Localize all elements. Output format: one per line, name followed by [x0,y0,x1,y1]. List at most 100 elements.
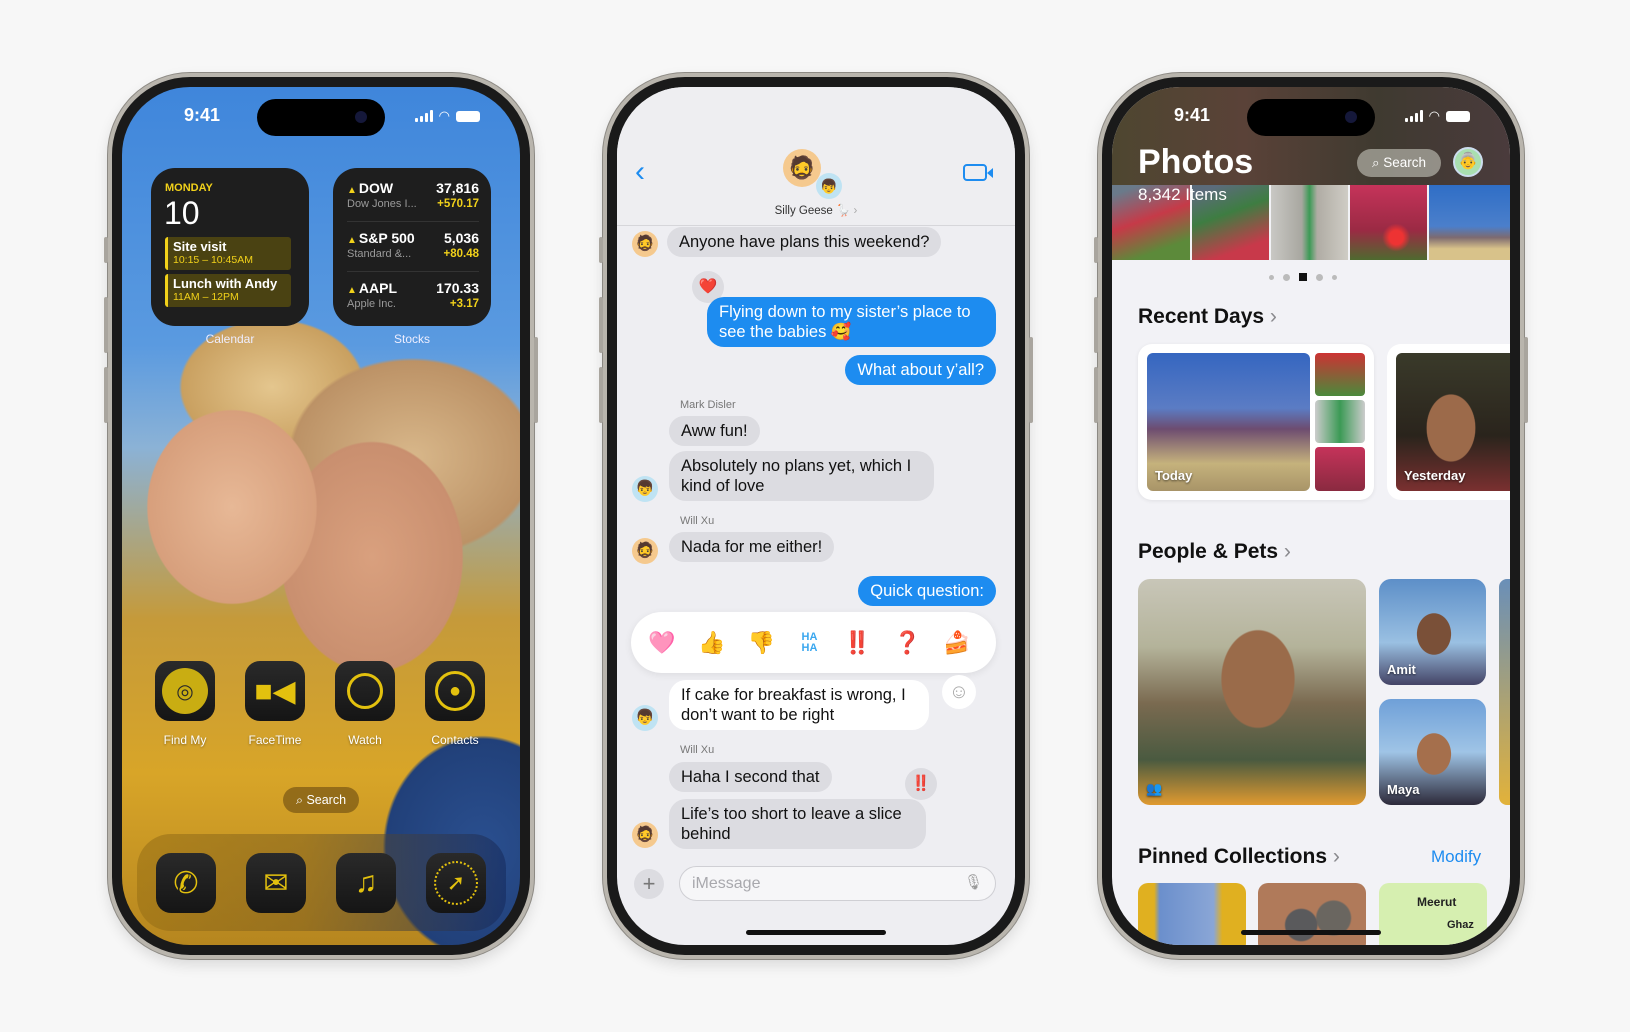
search-label: Search [1383,155,1427,170]
stock-price: 5,036 [443,230,479,246]
phone-photos: 9:41 ◠ Photos 8,342 Items ⌕ Search 👵 Rec… [1094,73,1528,959]
group-avatar[interactable]: 🧔 [783,149,821,187]
library-photo[interactable] [1429,185,1510,260]
profile-avatar[interactable]: 👵 [1453,147,1483,177]
search-label: Search [306,793,347,807]
mail-icon: ✉ [263,866,289,900]
stock-symbol: S&P 500 [347,230,415,246]
home-indicator[interactable] [746,930,886,935]
map-label: Ghaz [1447,919,1474,931]
find-my-app[interactable]: ◎ [155,661,215,721]
people-group-tile[interactable]: 👥 [1138,579,1366,805]
recent-day-card-yesterday[interactable]: Yesterday [1387,344,1510,500]
facetime-app[interactable]: ■◀ [245,661,305,721]
modify-button[interactable]: Modify [1431,847,1481,867]
thumbs-up-reaction[interactable]: 👍 [698,630,725,656]
person-name: Amit [1387,662,1416,677]
haha-reaction[interactable]: HA HA [797,631,821,654]
pinned-collections-heading[interactable]: Pinned Collections [1138,845,1340,869]
avatar: 🧔 [632,538,658,564]
stock-row[interactable]: S&P 500 Standard &... 5,036 +80.48 [347,226,479,272]
plus-icon[interactable]: + [634,869,664,899]
cake-reaction[interactable]: 🍰 [943,630,970,656]
safari-app[interactable]: ➚ [426,853,486,913]
calendar-event[interactable]: Lunch with Andy 11AM – 12PM [165,274,291,307]
pinned-collection[interactable] [1138,883,1246,945]
search-icon: ⌕ [1371,155,1384,170]
recent-day-card-today[interactable]: Today [1138,344,1374,500]
add-sticker-icon[interactable]: ☺ [942,675,976,709]
back-chevron-icon[interactable]: ‹ [635,155,645,189]
message-bubble[interactable]: Flying down to my sister’s place to see … [707,297,996,347]
group-name[interactable]: Silly Geese 🪿 › [617,203,1015,217]
event-title: Lunch with Andy [173,276,278,291]
library-photo[interactable] [1350,185,1427,260]
message-bubble[interactable]: Nada for me either! [669,532,835,562]
stocks-widget-label: Stocks [393,332,430,346]
calendar-event[interactable]: Site visit 10:15 – 10:45AM [165,237,291,270]
watch-icon [347,673,383,709]
contacts-app[interactable]: ● [425,661,485,721]
message-bubble[interactable]: Aww fun! [669,416,760,446]
message-input[interactable]: iMessage 🎙 [679,866,996,901]
video-call-icon[interactable] [963,164,993,181]
library-photo[interactable] [1271,185,1348,260]
message-bubble[interactable]: Haha I second that [669,762,832,792]
photos-search-button[interactable]: ⌕ Search [1357,149,1441,177]
message-bubble[interactable]: Quick question: [858,576,996,606]
phone-icon: ✆ [173,866,199,900]
battery-icon [456,110,480,122]
person-tile-amit[interactable]: Amit [1379,579,1486,685]
message-bubble[interactable]: What about y’all? [845,355,996,385]
phone-app[interactable]: ✆ [156,853,216,913]
stock-row[interactable]: AAPL Apple Inc. 170.33 +3.17 [347,276,479,322]
people-group-icon: 👥 [1146,781,1163,796]
message-bubble[interactable]: Anyone have plans this weekend? [667,227,942,257]
message-input-placeholder: iMessage [692,875,761,892]
thumbs-down-reaction[interactable]: 👎 [748,630,775,656]
music-app[interactable]: ♫ [336,853,396,913]
page-indicator[interactable] [1269,273,1337,281]
message-bubble[interactable]: Absolutely no plans yet, which I kind of… [669,451,934,501]
question-reaction[interactable]: ❓ [894,630,921,656]
heart-reaction[interactable]: 🩷 [648,630,675,656]
battery-icon [1446,110,1470,122]
recent-days-heading[interactable]: Recent Days [1138,305,1277,329]
pinned-collection-map[interactable]: Meerut Ghaz [1379,883,1487,945]
person-tile-maya[interactable]: Maya [1379,699,1486,805]
message-bubble[interactable]: Life’s too short to leave a slice behind [669,799,926,849]
exclamation-reaction[interactable]: ‼️ [844,630,871,656]
calendar-widget[interactable]: MONDAY 10 Site visit 10:15 – 10:45AM Lunc… [151,168,309,326]
watch-app[interactable] [335,661,395,721]
event-time: 11AM – 12PM [173,291,239,303]
sender-name: Mark Disler [680,399,736,411]
contacts-icon: ● [435,671,475,711]
pinned-collection[interactable] [1258,883,1366,945]
music-icon: ♫ [354,866,378,899]
home-search-button[interactable]: ⌕ Search [283,787,359,813]
stock-name: Standard &... [347,248,412,260]
wifi-icon: ◠ [438,108,450,123]
stock-row[interactable]: DOW Dow Jones I... 37,816 +570.17 [347,176,479,222]
person-name: Maya [1387,782,1420,797]
search-icon: ⌕ [295,793,307,807]
home-indicator[interactable] [1241,930,1381,935]
stocks-widget[interactable]: DOW Dow Jones I... 37,816 +570.17 S&P 500 St… [333,168,491,326]
status-icons: ◠ [1404,108,1470,124]
wifi-icon: ◠ [1428,108,1440,123]
status-time: 9:41 [183,105,221,125]
person-tile-partial [1499,579,1510,805]
avatar: 🧔 [632,822,658,848]
app-label: Contacts [431,733,479,747]
avatar: 👦 [632,705,658,731]
calendar-day: MONDAY [165,182,213,194]
message-bubble[interactable]: If cake for breakfast is wrong, I don’t … [669,680,929,730]
dock: ✆ ✉ ♫ ➚ [137,834,506,931]
avatar: 🧔 [632,231,658,257]
microphone-icon[interactable]: 🎙 [964,873,983,891]
tapback-exclamation-icon[interactable]: ‼️ [905,768,937,800]
dynamic-island [257,99,385,136]
mail-app[interactable]: ✉ [246,853,306,913]
people-pets-heading[interactable]: People & Pets [1138,540,1291,564]
avatar: 👦 [632,476,658,502]
